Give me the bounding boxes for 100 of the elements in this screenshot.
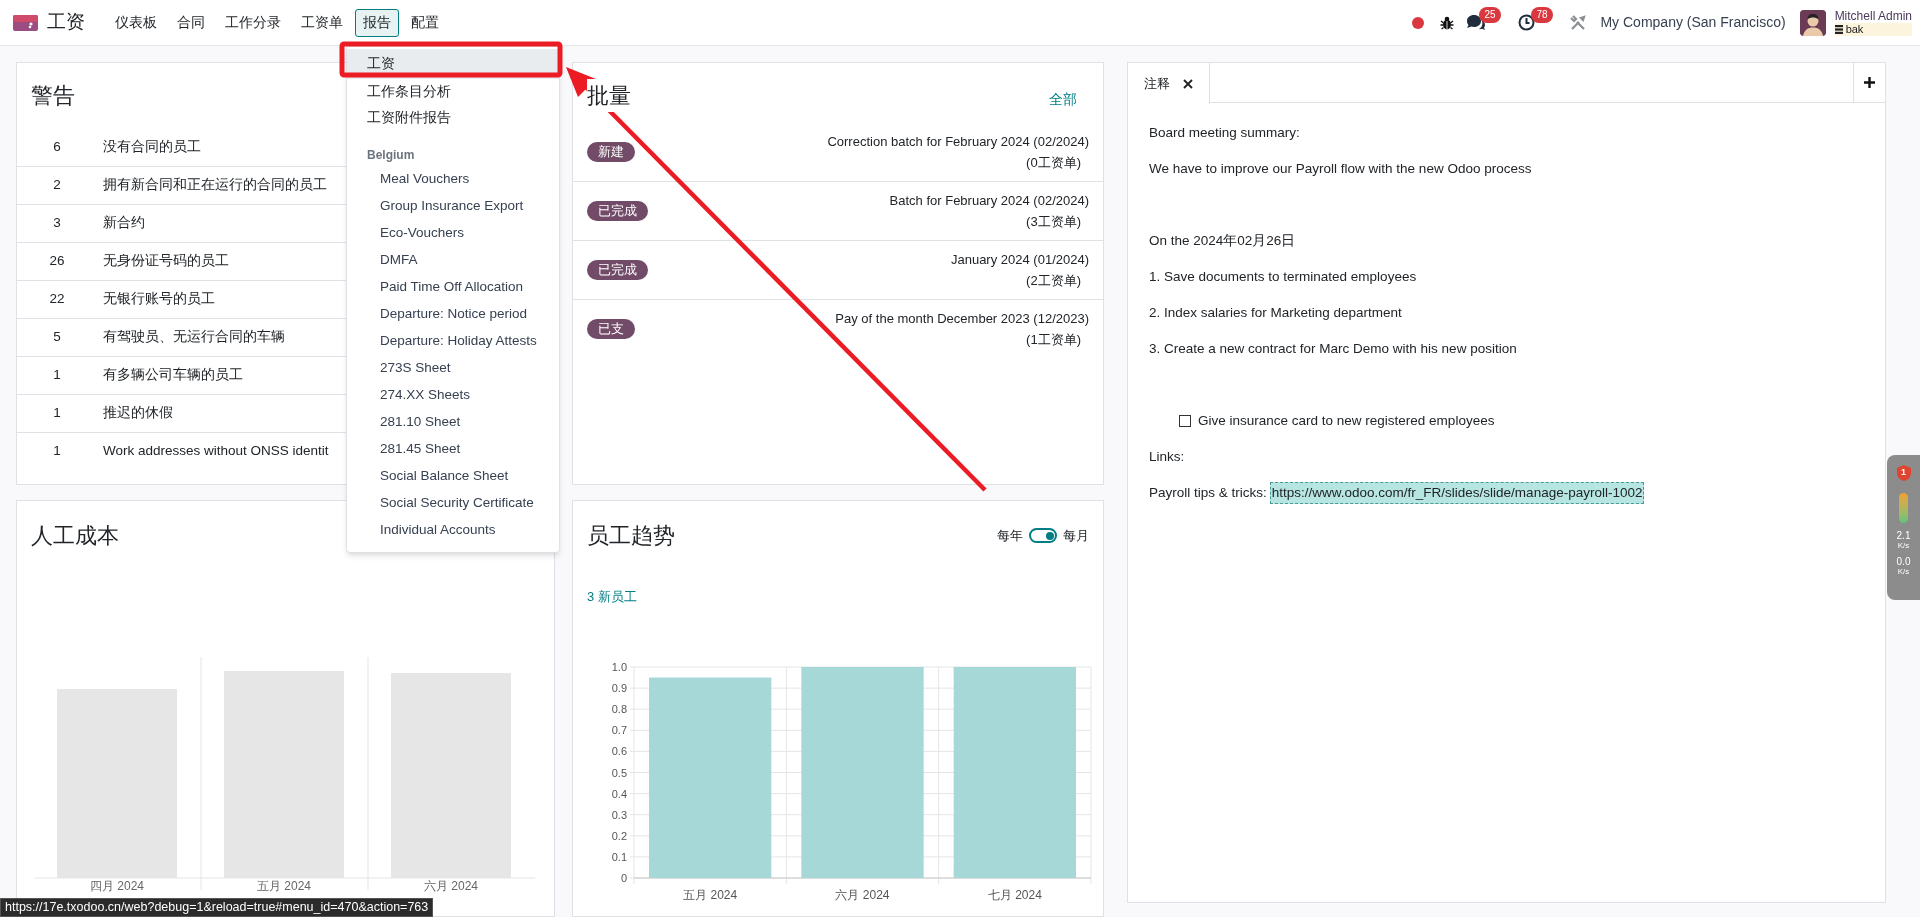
axis-tick-label: 0.3: [611, 808, 627, 821]
axis-tick-label: 0.2: [611, 829, 627, 842]
warning-count: 2: [52, 176, 62, 195]
card-title: 人工成本: [31, 523, 119, 548]
card-title: 批量: [587, 79, 631, 112]
batch-row[interactable]: 新建 Correction batch for February 2024 (02/2024) (0工资单): [573, 122, 1103, 181]
axis-label: 五月 2024: [257, 879, 311, 893]
warning-label: 没有合同的员工: [103, 137, 201, 156]
warning-count: 1: [52, 366, 62, 385]
rate-unit: K/s: [1897, 541, 1910, 551]
dropdown-item[interactable]: 工资附件报告: [347, 105, 559, 131]
axis-tick-label: 1.0: [611, 661, 627, 673]
warning-count: 1: [52, 442, 62, 461]
warning-count: 5: [52, 328, 62, 347]
app-logo-icon: [13, 14, 38, 31]
nav-menu-item[interactable]: 工作分录: [217, 8, 289, 37]
status-badge: 已支: [587, 319, 635, 339]
batch-name: Correction batch for February 2024 (02/2024): [827, 132, 1089, 151]
warning-count: 26: [48, 252, 66, 271]
status-badge: 已完成: [587, 201, 648, 221]
shield-icon: 1: [1896, 465, 1911, 481]
warning-label: 推迟的休假: [103, 404, 173, 423]
dropdown-item[interactable]: Individual Accounts: [347, 517, 559, 544]
toggle-label: 每年: [997, 526, 1023, 545]
chat-icon: [1466, 14, 1487, 31]
clock-icon: [1518, 14, 1536, 31]
database-name: bak: [1845, 22, 1864, 36]
notification-button[interactable]: 25: [1466, 7, 1505, 38]
axis-tick-label: 0.9: [611, 682, 627, 695]
axis-tick-label: 0.5: [611, 766, 627, 779]
database-icon: [1834, 24, 1843, 34]
user-avatar-icon: [1799, 9, 1826, 36]
notification-count-badge: 78: [1531, 6, 1553, 23]
status-badge: 新建: [587, 141, 635, 162]
batch-name: January 2024 (01/2024): [950, 251, 1089, 269]
axis-label: 五月 2024: [683, 888, 738, 902]
rate-unit: K/s: [1897, 567, 1910, 577]
tab-label: 注释: [1144, 74, 1170, 93]
period-toggle-switch[interactable]: [1029, 528, 1057, 543]
note-text: 3. Create a new contract for Marc Demo with his new position: [1149, 339, 1517, 358]
notification-button[interactable]: 78: [1518, 7, 1557, 38]
notification-count-badge: 25: [1479, 6, 1501, 23]
payslip-count: (3工资单): [1026, 213, 1082, 231]
axis-label: 六月 2024: [424, 879, 478, 893]
upload-rate: 2.1: [1896, 531, 1911, 541]
warning-label: 无银行账号的员工: [103, 290, 215, 309]
status-badge: 已完成: [587, 260, 648, 280]
card-title: 员工趋势: [587, 522, 675, 550]
download-rate: 0.0: [1896, 557, 1911, 567]
batch-row[interactable]: 已完成 Batch for February 2024 (02/2024) (3工资单): [573, 181, 1103, 240]
tools-icon: [1570, 14, 1587, 31]
app-name: 工资: [47, 10, 85, 35]
dropdown-item[interactable]: 工作条目分析: [347, 79, 559, 105]
dropdown-section-header: Belgium: [366, 147, 416, 164]
axis-tick-label: 0.4: [611, 787, 627, 800]
nav-menu-item[interactable]: 合同: [169, 8, 213, 37]
new-employees-link[interactable]: 3 新员工: [587, 589, 637, 604]
warning-count: 1: [52, 404, 62, 423]
note-text: 1. Save documents to terminated employees: [1149, 267, 1417, 286]
nav-menu-item[interactable]: 报告: [355, 8, 399, 37]
nav-menu-item[interactable]: 仪表板: [107, 8, 165, 37]
bug-icon: [1440, 15, 1455, 30]
batch-row[interactable]: 已支 Pay of the month December 2023 (12/2023) (1工资单): [573, 299, 1103, 358]
checklist-text: Give insurance card to new registered employees: [1198, 411, 1495, 430]
view-all-link[interactable]: 全部: [1049, 89, 1077, 110]
nav-menu-item[interactable]: 配置: [403, 8, 447, 37]
toggle-label: 每月: [1063, 526, 1089, 545]
notes-tab[interactable]: 注释: [1128, 63, 1210, 104]
axis-tick-label: 0.7: [611, 724, 627, 737]
warning-label: 有驾驶员、无运行合同的车辆: [103, 328, 285, 347]
batch-name: Batch for February 2024 (02/2024): [889, 192, 1089, 210]
axis-label: 七月 2024: [987, 888, 1042, 902]
nav-menu-item[interactable]: 工资单: [293, 8, 351, 37]
checkbox[interactable]: [1179, 415, 1191, 427]
batch-row[interactable]: 已完成 January 2024 (01/2024) (2工资单): [573, 240, 1103, 299]
note-text: Links:: [1149, 447, 1185, 466]
company-switcher[interactable]: My Company (San Francisco): [1600, 12, 1786, 33]
warning-label: 有多辆公司车辆的员工: [103, 366, 243, 385]
payslip-count: (2工资单): [1026, 272, 1082, 290]
note-text: On the 2024年02月26日: [1149, 231, 1296, 250]
axis-tick-label: 0.8: [611, 703, 627, 716]
axis-label: 四月 2024: [90, 879, 144, 893]
warning-count: 6: [52, 137, 62, 156]
note-text: We have to improve our Payroll flow with the new Odoo process: [1149, 159, 1532, 178]
batch-name: Pay of the month December 2023 (12/2023): [835, 310, 1089, 328]
level-meter-icon: [1899, 493, 1908, 523]
plus-icon: [1864, 77, 1875, 88]
warning-label: 拥有新合同和正在运行的合同的员工: [103, 176, 327, 195]
note-text: Board meeting summary:: [1149, 123, 1300, 142]
warning-label: Work addresses without ONSS identit: [103, 442, 329, 461]
axis-tick-label: 0: [620, 872, 627, 884]
user-name[interactable]: Mitchell Admin: [1834, 9, 1912, 23]
dropdown-item[interactable]: Social Security Certificate: [347, 490, 559, 517]
payslip-count: (0工资单): [1026, 153, 1082, 172]
note-text: 2. Index salaries for Marketing department: [1149, 303, 1402, 322]
warning-label: 无身份证号码的员工: [103, 252, 229, 271]
close-icon: [1183, 78, 1193, 89]
note-link[interactable]: https://www.odoo.com/fr_FR/slides/slide/manage-payroll-1002: [1269, 481, 1645, 505]
axis-tick-label: 0.1: [611, 850, 627, 863]
payslip-count: (1工资单): [1026, 331, 1082, 349]
